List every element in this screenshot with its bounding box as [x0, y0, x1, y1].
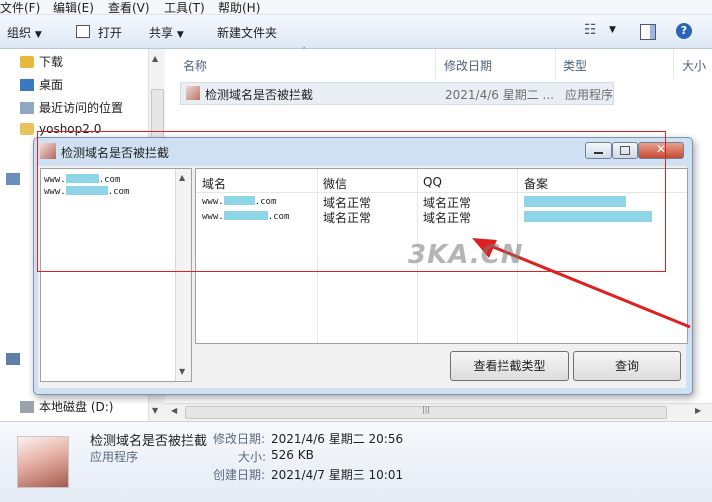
- watermark: 3KA.CN: [408, 240, 524, 270]
- annotation-arrow: [472, 238, 691, 329]
